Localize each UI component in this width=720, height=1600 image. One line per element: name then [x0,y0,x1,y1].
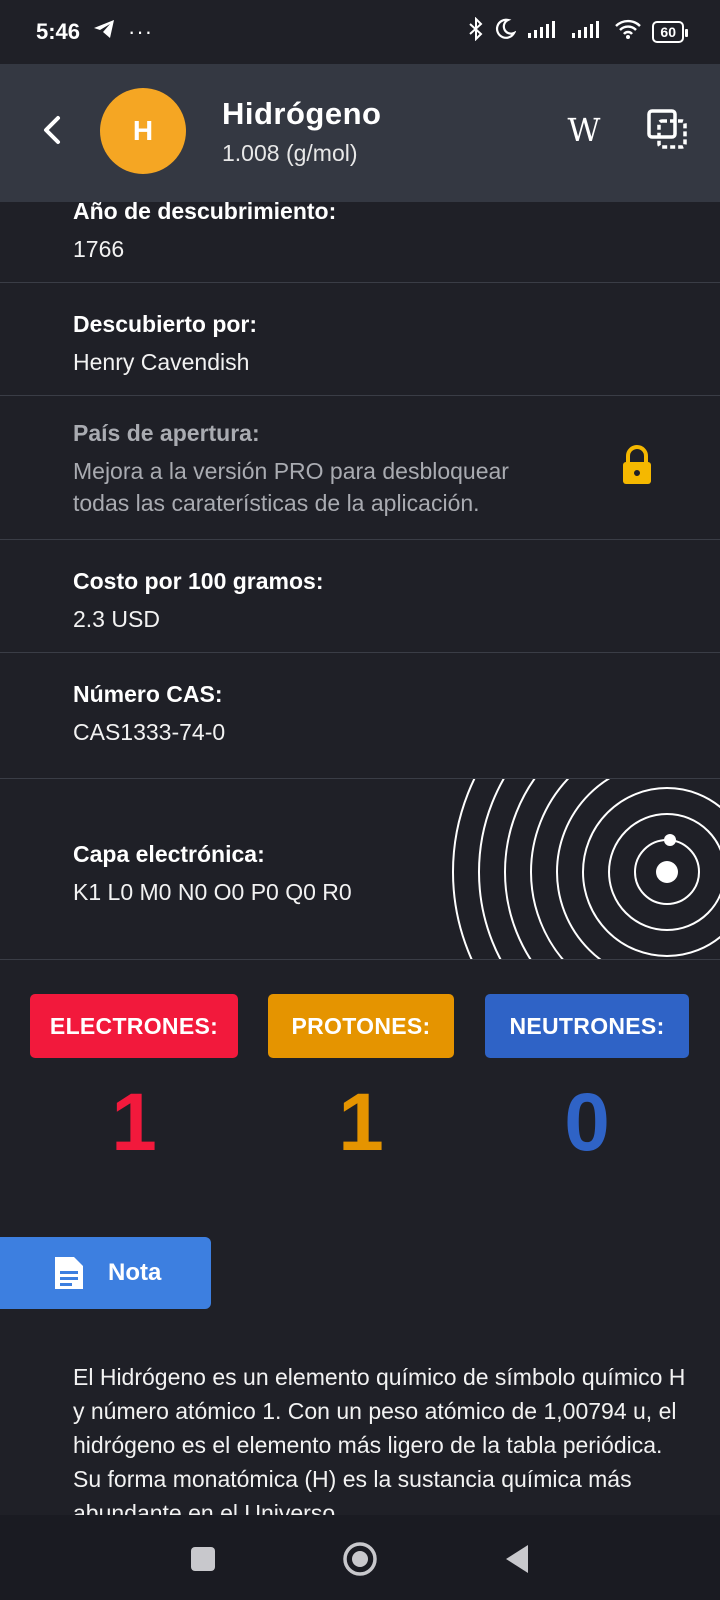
electron-shell-section: Capa electrónica: K1 L0 M0 N0 O0 P0 Q0 R… [0,778,720,960]
system-nav-bar [0,1515,720,1600]
info-label: Descubierto por: [73,311,258,337]
atom-orbits-diagram [452,779,720,959]
info-value: Henry Cavendish [73,349,250,375]
home-button[interactable] [340,1539,380,1579]
bluetooth-icon [468,16,484,47]
telegram-icon [92,18,116,46]
copy-icon [647,109,687,149]
info-row-cas: Número CAS: CAS1333-74-0 [0,653,720,778]
neutrons-counter: NEUTRONES: 0 [485,994,689,1184]
note-text: El Hidrógeno es un elemento químico de s… [73,1364,686,1515]
electrons-badge: ELECTRONES: [30,994,238,1058]
protons-counter: PROTONES: 1 [268,994,454,1184]
note-button-label: Nota [108,1259,162,1286]
info-row-discovered-by: Descubierto por: Henry Cavendish [0,283,720,396]
more-notifications-icon: ··· [128,19,154,44]
battery-indicator: 60 [652,21,688,43]
info-label: Costo por 100 gramos: [73,568,324,594]
recents-button[interactable] [183,1539,223,1579]
document-icon [55,1257,83,1289]
element-header: H Hidrógeno 1.008 (g/mol) W [0,64,720,202]
protons-badge: PROTONES: [268,994,454,1058]
info-value: CAS1333-74-0 [73,719,226,745]
info-label: Número CAS: [73,681,223,707]
back-nav-button[interactable] [497,1539,537,1579]
home-circle-icon [343,1542,377,1576]
wifi-icon [614,18,642,46]
info-label: Año de descubrimiento: [73,198,337,224]
element-symbol-badge: H [100,88,186,174]
protons-count: 1 [338,1077,384,1168]
electron-dot [664,834,676,846]
info-value: Mejora a la versión PRO para desbloquear… [73,458,509,516]
info-row-cost: Costo por 100 gramos: 2.3 USD [0,540,720,653]
status-bar: 5:46 ··· 60 [0,0,720,64]
wikipedia-button[interactable]: W [562,108,606,152]
moon-icon [494,18,517,46]
square-icon [191,1547,215,1571]
electrons-count: 1 [111,1077,157,1168]
status-time: 5:46 [36,19,81,44]
note-button[interactable]: Nota [0,1237,211,1309]
copy-button[interactable] [646,108,690,152]
signal-icon [526,19,560,45]
particle-counters: ELECTRONES: 1 PROTONES: 1 NEUTRONES: 0 [0,994,720,1184]
info-row-discovery-year: Año de descubrimiento: 1766 [0,192,720,283]
shell-label: Capa electrónica: [73,841,265,867]
shell-value: K1 L0 M0 N0 O0 P0 Q0 R0 [73,879,352,905]
info-value: 2.3 USD [73,606,160,632]
signal-icon-2 [570,19,604,45]
neutrons-badge: NEUTRONES: [485,994,689,1058]
info-value: 1766 [73,236,125,262]
info-row-country-locked[interactable]: País de apertura: Mejora a la versión PR… [0,396,720,540]
lock-icon [620,444,654,486]
atomic-weight: 1.008 (g/mol) [222,140,358,166]
info-label: País de apertura: [73,420,260,446]
back-arrow-icon [44,116,60,144]
triangle-back-icon [506,1545,528,1573]
nucleus-dot [656,861,678,883]
page-title: Hidrógeno [222,96,382,131]
back-button[interactable] [32,110,72,150]
electrons-counter: ELECTRONES: 1 [30,994,238,1184]
neutrons-count: 0 [564,1077,610,1168]
